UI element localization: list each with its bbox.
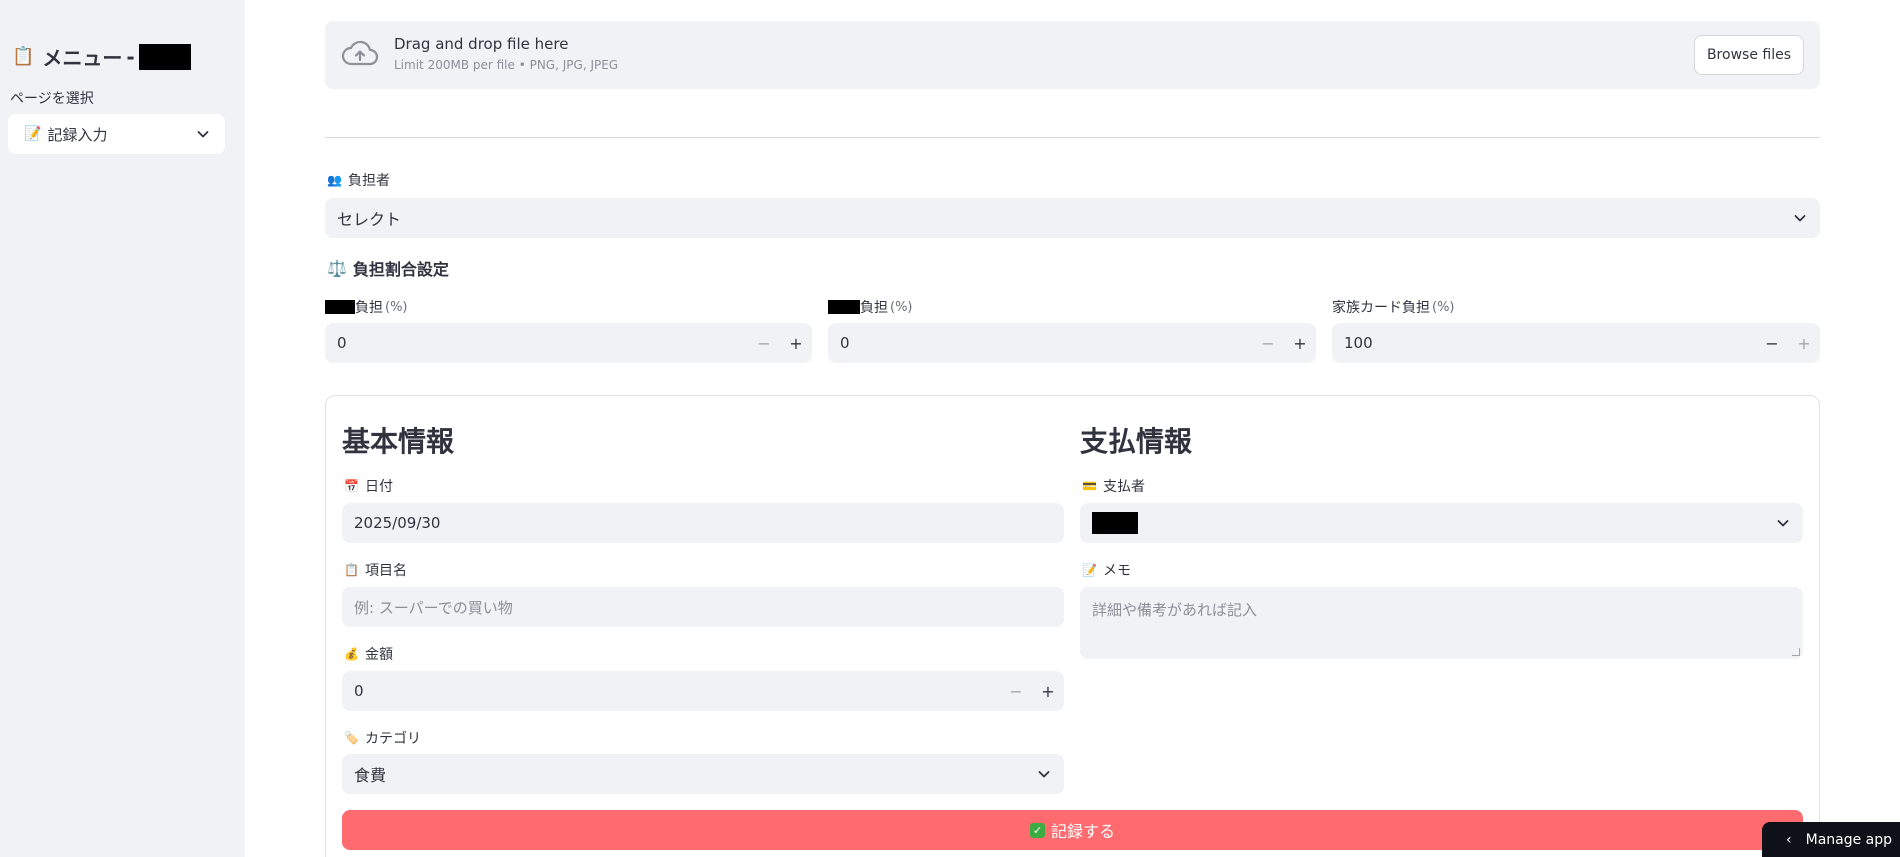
decrement-button[interactable]: −	[1756, 323, 1788, 363]
date-input-value: 2025/09/30	[354, 514, 441, 532]
category-select[interactable]: 食費	[342, 754, 1064, 794]
ratio-input-2[interactable]: 0 − +	[828, 323, 1316, 363]
category-label: 🏷️ カテゴリ	[344, 728, 421, 748]
payer-label-text: 支払者	[1102, 479, 1145, 495]
burden-label: 👥 負担者	[327, 170, 390, 190]
decrement-button[interactable]: −	[1252, 323, 1284, 363]
ratio-label-1: 負担 (%)	[325, 297, 408, 317]
sidebar-title-separator: -	[126, 44, 135, 69]
ratio-label-3: 家族カード負担 (%)	[1332, 297, 1455, 317]
memo-placeholder: 詳細や備考があれば記入	[1092, 601, 1258, 619]
ratio-unit-1: (%)	[385, 299, 408, 315]
ratio-heading: ⚖️ 負担割合設定	[327, 256, 449, 280]
sidebar: 📋 メニュー - ページを選択 📝 記録入力	[0, 0, 245, 857]
amount-label: 💰 金額	[344, 644, 393, 664]
category-label-text: カテゴリ	[364, 731, 421, 747]
ratio-label-1-text: 負担	[355, 300, 383, 316]
clipboard-icon: 📋	[12, 46, 35, 67]
burden-select[interactable]: セレクト	[325, 198, 1820, 238]
memo-label: 📝 メモ	[1082, 560, 1131, 580]
redacted-name	[325, 300, 355, 314]
ratio-label-2: 負担 (%)	[828, 297, 913, 317]
money-bag-icon: 💰	[344, 647, 359, 661]
decrement-button[interactable]: −	[748, 323, 780, 363]
memo-icon: 📝	[24, 126, 42, 142]
manage-app-label: Manage app	[1805, 831, 1893, 848]
ratio-heading-text: 負担割合設定	[352, 260, 449, 279]
payment-info-heading: 支払情報	[1080, 425, 1193, 458]
redacted-name	[828, 300, 860, 314]
payer-label: 💳 支払者	[1082, 476, 1145, 496]
item-name-input[interactable]: 例: スーパーでの買い物	[342, 587, 1064, 627]
submit-record-label: 記録する	[1050, 822, 1115, 841]
memo-label-text: メモ	[1102, 563, 1131, 579]
item-name-placeholder: 例: スーパーでの買い物	[354, 598, 513, 617]
chevron-down-icon	[1794, 215, 1806, 222]
burden-label-text: 負担者	[347, 173, 390, 189]
page-select-value: 記録入力	[47, 125, 108, 144]
ratio-input-1-value: 0	[337, 334, 347, 352]
redacted-payer	[1092, 512, 1138, 534]
browse-files-button[interactable]: Browse files	[1693, 35, 1804, 75]
people-icon: 👥	[327, 173, 342, 187]
calendar-icon: 📅	[344, 479, 359, 493]
ratio-input-2-value: 0	[840, 334, 850, 352]
uploader-title: Drag and drop file here	[394, 35, 569, 53]
chevron-left-icon: ‹	[1786, 831, 1792, 848]
sidebar-title-text: メニュー	[42, 46, 123, 70]
page-select[interactable]: 📝 記録入力	[8, 114, 225, 154]
divider	[325, 137, 1820, 138]
increment-button[interactable]: +	[1284, 323, 1316, 363]
submit-record-button[interactable]: ✓ 記録する	[342, 810, 1803, 850]
item-name-label: 📋 項目名	[344, 560, 407, 580]
chevron-down-icon	[1038, 771, 1050, 778]
increment-button[interactable]: +	[780, 323, 812, 363]
file-uploader[interactable]: Drag and drop file here Limit 200MB per …	[325, 21, 1820, 89]
sidebar-title: 📋 メニュー -	[12, 42, 191, 71]
memo-textarea[interactable]: 詳細や備考があれば記入	[1080, 587, 1803, 659]
cloud-upload-icon	[341, 40, 379, 66]
basic-info-heading: 基本情報	[342, 425, 455, 458]
clipboard-icon: 📋	[344, 563, 359, 577]
chevron-down-icon	[1777, 520, 1789, 527]
date-input[interactable]: 2025/09/30	[342, 503, 1064, 543]
category-select-value: 食費	[354, 766, 387, 785]
date-label: 📅 日付	[344, 476, 393, 496]
uploader-limit-text: Limit 200MB per file • PNG, JPG, JPEG	[394, 58, 619, 72]
ratio-label-2-text: 負担	[860, 300, 888, 316]
redacted-username	[138, 43, 191, 70]
chevron-down-icon	[197, 131, 209, 138]
ratio-input-3-value: 100	[1344, 334, 1373, 352]
payer-select[interactable]	[1080, 503, 1803, 543]
page-select-label: ページを選択	[10, 91, 94, 107]
ratio-unit-2: (%)	[890, 299, 913, 315]
balance-scale-icon: ⚖️	[327, 258, 347, 278]
amount-label-text: 金額	[364, 647, 393, 663]
manage-app-button[interactable]: ‹ Manage app	[1762, 822, 1900, 857]
item-name-label-text: 項目名	[364, 563, 407, 579]
ratio-input-3[interactable]: 100 − +	[1332, 323, 1820, 363]
increment-button[interactable]: +	[1788, 323, 1820, 363]
ratio-unit-3: (%)	[1432, 299, 1455, 315]
amount-input[interactable]: 0 − +	[342, 671, 1064, 711]
amount-input-value: 0	[354, 682, 364, 700]
ratio-input-1[interactable]: 0 − +	[325, 323, 812, 363]
record-form: 基本情報 支払情報 📅 日付 2025/09/30 💳 支払者 📋 項目名 例:…	[325, 395, 1820, 857]
memo-icon: 📝	[1082, 563, 1097, 577]
burden-select-value: セレクト	[337, 210, 402, 229]
credit-card-icon: 💳	[1082, 479, 1097, 493]
increment-button[interactable]: +	[1032, 671, 1064, 711]
decrement-button[interactable]: −	[1000, 671, 1032, 711]
check-icon: ✓	[1029, 822, 1045, 838]
tag-icon: 🏷️	[344, 731, 359, 745]
date-label-text: 日付	[364, 479, 393, 495]
resize-handle[interactable]	[1792, 648, 1800, 656]
ratio-label-3-text: 家族カード負担	[1332, 300, 1430, 316]
